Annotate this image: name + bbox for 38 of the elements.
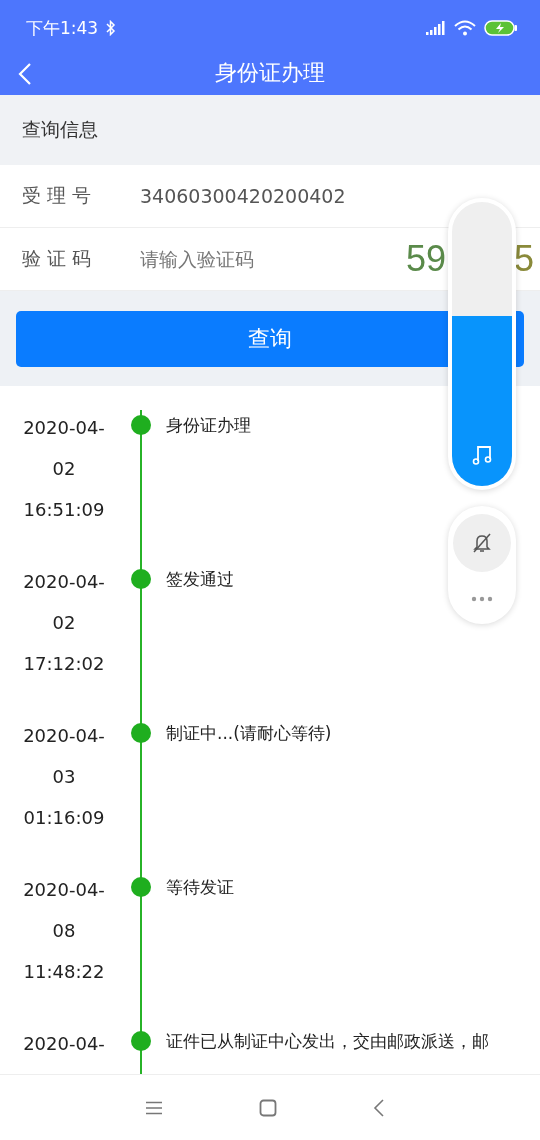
date-text: 2020-04- xyxy=(23,1032,105,1056)
status-time: 下午1:43 xyxy=(26,16,99,40)
wifi-icon xyxy=(454,20,476,36)
status-text: 制证中...(请耐心等待) xyxy=(166,722,332,745)
status-text: 签发通过 xyxy=(166,568,234,591)
home-icon xyxy=(259,1098,277,1117)
status-text: 等待发证 xyxy=(166,876,234,899)
back-icon xyxy=(373,1098,385,1117)
signal-icon xyxy=(426,21,446,35)
captcha-text[interactable]: 5 xyxy=(513,238,534,280)
muted-bell-icon xyxy=(471,532,493,554)
captcha-text[interactable]: 59 xyxy=(406,238,447,280)
date-text: 2020-04- xyxy=(23,416,105,440)
bluetooth-icon xyxy=(106,20,117,36)
page-title: 身份证办理 xyxy=(215,58,325,87)
date-text: 02 xyxy=(52,611,76,635)
status-text: 身份证办理 xyxy=(166,414,251,437)
date-text: 08 xyxy=(52,919,76,943)
date-text: 16:51:09 xyxy=(23,498,105,522)
more-button[interactable] xyxy=(469,594,495,604)
field-label: 受 理 号 xyxy=(22,183,93,208)
mute-button[interactable] xyxy=(453,514,511,572)
section-title: 查询信息 xyxy=(22,117,98,142)
music-note-icon xyxy=(471,444,493,466)
menu-icon xyxy=(145,1100,163,1115)
field-label: 验 证 码 xyxy=(22,246,93,271)
date-text: 2020-04- xyxy=(23,878,105,902)
battery-icon xyxy=(484,20,518,36)
date-text: 2020-04- xyxy=(23,570,105,594)
input-field[interactable]: 34060300420200402 xyxy=(140,185,380,207)
date-text: 03 xyxy=(52,765,76,789)
date-text: 02 xyxy=(52,457,76,481)
input-field[interactable]: 请输入验证码 xyxy=(140,248,380,270)
date-text: 2020-04- xyxy=(23,724,105,748)
date-text: 17:12:02 xyxy=(23,652,105,676)
date-text: 01:16:09 xyxy=(23,806,105,830)
date-text: 11:48:22 xyxy=(23,960,105,984)
status-text: 证件已从制证中心发出，交由邮政派送，邮 xyxy=(166,1030,489,1053)
